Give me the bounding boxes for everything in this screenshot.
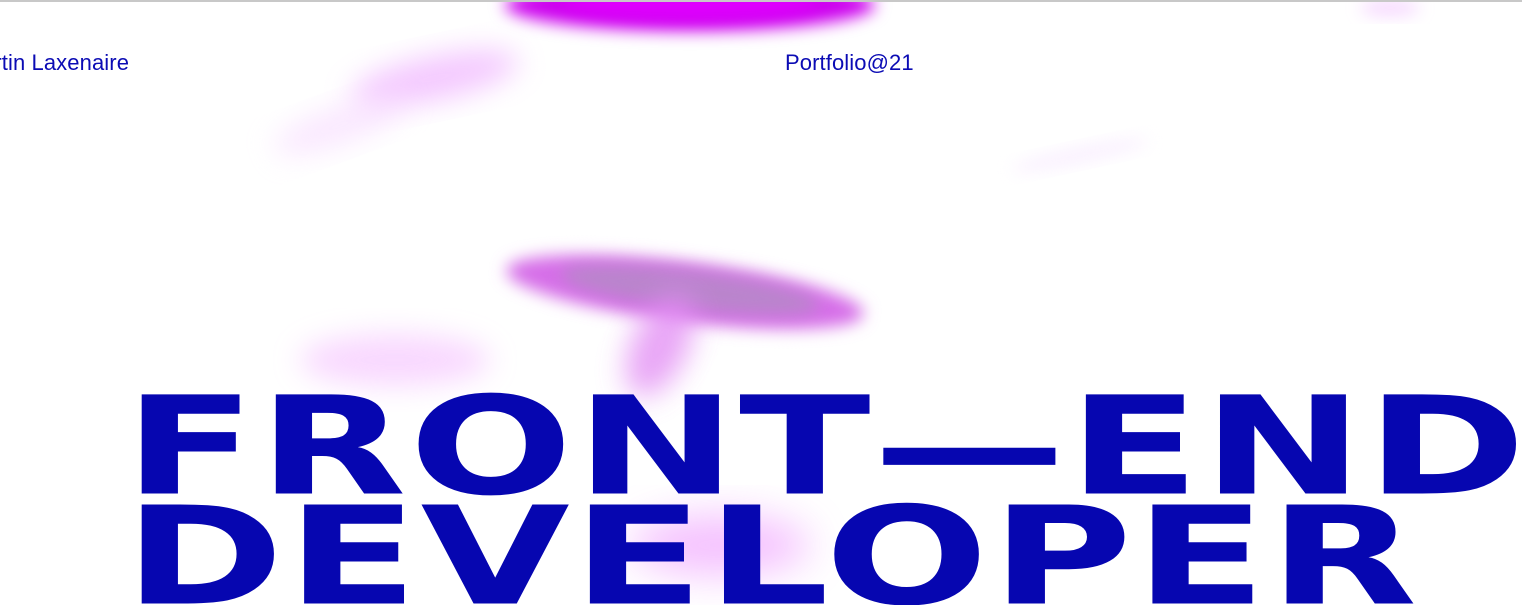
blob-top [505,0,875,31]
portfolio-link[interactable]: Portfolio@21 [785,48,914,78]
blob-center [506,255,864,329]
top-divider [0,0,1522,2]
hero-headline: FRONT—END DEVELOPER [124,379,1522,605]
blob-right [1011,138,1149,172]
site-owner-link[interactable]: artin Laxenaire [0,48,129,78]
blob-upper-left [351,50,519,106]
hero-line-2: DEVELOPER [124,478,1420,605]
blob-top-right [1360,0,1420,16]
